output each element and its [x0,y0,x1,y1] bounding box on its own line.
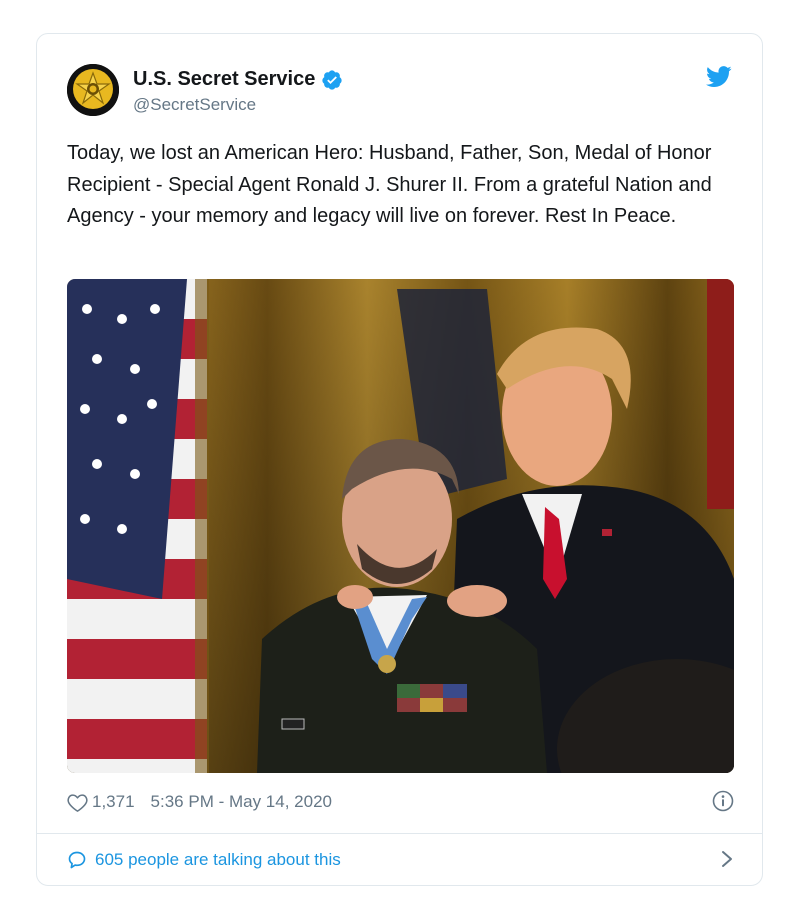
info-icon[interactable] [712,790,734,812]
secret-service-star-badge-icon [67,64,119,116]
medal-ceremony-photo [67,279,734,773]
author-name-row[interactable]: U.S. Secret Service [133,68,343,91]
author-avatar[interactable] [67,64,119,116]
conversation-text[interactable]: 605 people are talking about this [95,850,341,870]
tweet-text: Today, we lost an American Hero: Husband… [67,142,712,227]
speech-bubble-icon [67,850,87,870]
conversation-link[interactable]: 605 people are talking about this [67,846,734,874]
heart-icon[interactable] [67,793,88,812]
tweet-timestamp[interactable]: 5:36 PM - May 14, 2020 [151,792,332,812]
divider [37,833,762,834]
author-display-name[interactable]: U.S. Secret Service [133,68,315,91]
verified-badge-icon [321,69,343,91]
chevron-right-icon[interactable] [720,849,734,869]
tweet-photo[interactable] [67,279,734,773]
author-handle[interactable]: @SecretService [133,95,256,115]
twitter-bird-icon[interactable] [706,66,732,88]
like-count[interactable]: 1,371 [92,792,135,812]
tweet-card: U.S. Secret Service @SecretService Today… [36,33,763,886]
tweet-meta-row: 1,371 5:36 PM - May 14, 2020 [67,788,734,816]
